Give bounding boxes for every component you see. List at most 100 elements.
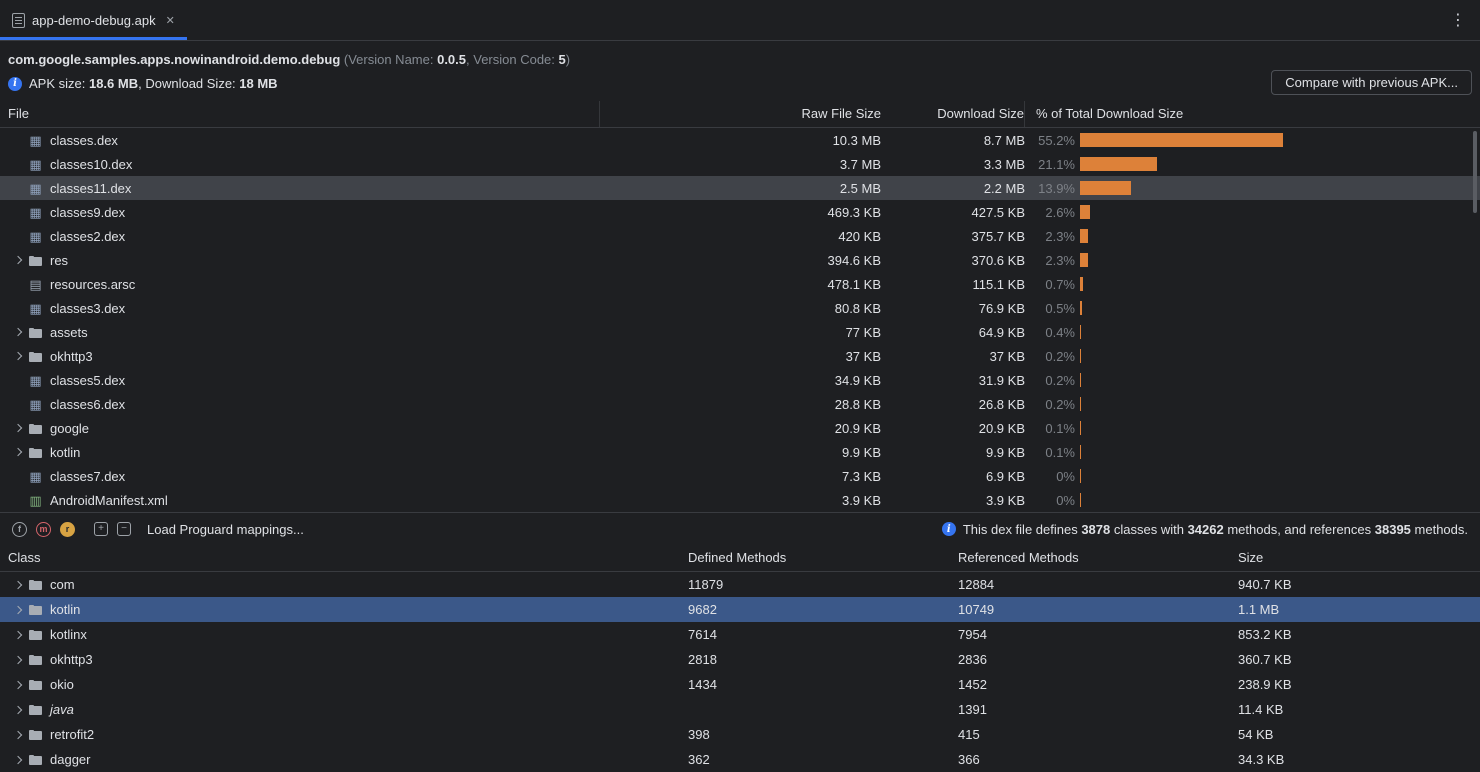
download-size: 31.9 KB — [881, 373, 1025, 388]
chevron-right-icon[interactable] — [10, 757, 28, 763]
chevron-right-icon[interactable] — [10, 329, 28, 335]
classes-count: 3878 — [1081, 522, 1110, 537]
class-row[interactable]: dagger 362 366 34.3 KB — [0, 747, 1480, 772]
file-name-cell: ▦ classes6.dex — [0, 397, 600, 412]
raw-file-size: 37 KB — [600, 349, 881, 364]
class-row[interactable]: okhttp3 2818 2836 360.7 KB — [0, 647, 1480, 672]
column-header-defined-methods[interactable]: Defined Methods — [680, 545, 950, 571]
file-name: assets — [50, 325, 88, 340]
methods-filter-icon[interactable]: m — [36, 522, 51, 537]
class-name: okhttp3 — [50, 652, 93, 667]
folder-icon — [28, 327, 43, 338]
column-header-referenced-methods[interactable]: Referenced Methods — [950, 545, 1230, 571]
raw-file-size: 28.8 KB — [600, 397, 881, 412]
file-name-cell: kotlin — [0, 445, 600, 460]
file-name: classes3.dex — [50, 301, 125, 316]
percent-label: 0.4% — [1025, 325, 1075, 340]
file-row[interactable]: ▦ classes7.dex 7.3 KB 6.9 KB 0% — [0, 464, 1480, 488]
file-row[interactable]: ▤ resources.arsc 478.1 KB 115.1 KB 0.7% — [0, 272, 1480, 296]
raw-file-size: 7.3 KB — [600, 469, 881, 484]
chevron-right-icon[interactable] — [10, 607, 28, 613]
file-name-cell: ▦ classes3.dex — [0, 301, 600, 316]
chevron-right-icon[interactable] — [10, 657, 28, 663]
percent-bar-track — [1075, 200, 1480, 224]
tab-title: app-demo-debug.apk — [32, 13, 156, 28]
file-row[interactable]: assets 77 KB 64.9 KB 0.4% — [0, 320, 1480, 344]
percent-bar — [1080, 181, 1131, 195]
file-row[interactable]: okhttp3 37 KB 37 KB 0.2% — [0, 344, 1480, 368]
chevron-right-icon[interactable] — [10, 707, 28, 713]
load-proguard-button[interactable]: Load Proguard mappings... — [147, 522, 304, 537]
chevron-right-icon[interactable] — [10, 582, 28, 588]
percent-label: 2.3% — [1025, 229, 1075, 244]
raw-file-size: 34.9 KB — [600, 373, 881, 388]
file-row[interactable]: ▦ classes10.dex 3.7 MB 3.3 MB 21.1% — [0, 152, 1480, 176]
file-row[interactable]: ▦ classes.dex 10.3 MB 8.7 MB 55.2% — [0, 128, 1480, 152]
file-name-cell: ▥ AndroidManifest.xml — [0, 493, 600, 508]
file-row[interactable]: ▦ classes2.dex 420 KB 375.7 KB 2.3% — [0, 224, 1480, 248]
compare-apk-button[interactable]: Compare with previous APK... — [1271, 70, 1472, 95]
class-name-cell: kotlinx — [0, 627, 680, 642]
raw-file-size: 469.3 KB — [600, 205, 881, 220]
file-row[interactable]: ▦ classes11.dex 2.5 MB 2.2 MB 13.9% — [0, 176, 1480, 200]
file-name-cell: ▦ classes11.dex — [0, 181, 600, 196]
file-name: classes6.dex — [50, 397, 125, 412]
file-row[interactable]: ▦ classes3.dex 80.8 KB 76.9 KB 0.5% — [0, 296, 1480, 320]
class-row[interactable]: kotlin 9682 10749 1.1 MB — [0, 597, 1480, 622]
class-name-cell: okio — [0, 677, 680, 692]
percent-bar — [1080, 373, 1081, 387]
file-name-cell: ▦ classes10.dex — [0, 157, 600, 172]
file-row[interactable]: ▦ classes6.dex 28.8 KB 26.8 KB 0.2% — [0, 392, 1480, 416]
chevron-right-icon[interactable] — [10, 632, 28, 638]
expand-all-icon[interactable]: + — [94, 522, 108, 536]
column-header-size[interactable]: Size — [1230, 545, 1480, 571]
tab-apk-file[interactable]: app-demo-debug.apk ✕ — [0, 0, 187, 40]
file-name-cell: ▦ classes2.dex — [0, 229, 600, 244]
percent-bar — [1080, 277, 1083, 291]
file-name-cell: ▤ resources.arsc — [0, 277, 600, 292]
apk-size-text: APK size: 18.6 MB, Download Size: 18 MB — [29, 76, 278, 91]
chevron-right-icon[interactable] — [10, 353, 28, 359]
close-icon[interactable]: ✕ — [166, 14, 175, 27]
file-row[interactable]: ▥ AndroidManifest.xml 3.9 KB 3.9 KB 0% — [0, 488, 1480, 512]
column-header-percent[interactable]: % of Total Download Size — [1025, 101, 1480, 127]
download-size: 370.6 KB — [881, 253, 1025, 268]
chevron-right-icon[interactable] — [10, 257, 28, 263]
collapse-all-icon[interactable]: − — [117, 522, 131, 536]
manifest-file-icon: ▥ — [28, 494, 43, 507]
chevron-right-icon[interactable] — [10, 682, 28, 688]
references-filter-icon[interactable]: r — [60, 522, 75, 537]
percent-bar — [1080, 301, 1082, 315]
kebab-menu-icon[interactable]: ⋮ — [1450, 10, 1466, 30]
raw-file-size: 478.1 KB — [600, 277, 881, 292]
file-row[interactable]: ▦ classes5.dex 34.9 KB 31.9 KB 0.2% — [0, 368, 1480, 392]
apk-analyzer-window: app-demo-debug.apk ✕ ⋮ com.google.sample… — [0, 0, 1480, 772]
dex-file-icon: ▦ — [28, 206, 43, 219]
class-row[interactable]: com 11879 12884 940.7 KB — [0, 572, 1480, 597]
vertical-scrollbar[interactable] — [1473, 131, 1477, 213]
class-row[interactable]: okio 1434 1452 238.9 KB — [0, 672, 1480, 697]
file-name: classes7.dex — [50, 469, 125, 484]
column-header-download-size[interactable]: Download Size — [881, 101, 1025, 127]
version-code: 5 — [559, 52, 566, 67]
file-row[interactable]: google 20.9 KB 20.9 KB 0.1% — [0, 416, 1480, 440]
column-header-raw-size[interactable]: Raw File Size — [600, 101, 881, 127]
column-header-class[interactable]: Class — [0, 545, 680, 571]
raw-file-size: 2.5 MB — [600, 181, 881, 196]
download-size-value: 18 MB — [239, 76, 277, 91]
file-row[interactable]: kotlin 9.9 KB 9.9 KB 0.1% — [0, 440, 1480, 464]
dex-file-icon: ▦ — [28, 470, 43, 483]
fields-filter-icon[interactable]: f — [12, 522, 27, 537]
chevron-right-icon[interactable] — [10, 732, 28, 738]
column-header-file[interactable]: File — [0, 101, 600, 127]
class-row[interactable]: kotlinx 7614 7954 853.2 KB — [0, 622, 1480, 647]
package-folder-icon — [28, 704, 43, 715]
file-row[interactable]: res 394.6 KB 370.6 KB 2.3% — [0, 248, 1480, 272]
file-row[interactable]: ▦ classes9.dex 469.3 KB 427.5 KB 2.6% — [0, 200, 1480, 224]
defined-methods: 11879 — [680, 577, 950, 592]
class-row[interactable]: java 1391 11.4 KB — [0, 697, 1480, 722]
percent-label: 0% — [1025, 493, 1075, 508]
class-row[interactable]: retrofit2 398 415 54 KB — [0, 722, 1480, 747]
chevron-right-icon[interactable] — [10, 425, 28, 431]
chevron-right-icon[interactable] — [10, 449, 28, 455]
